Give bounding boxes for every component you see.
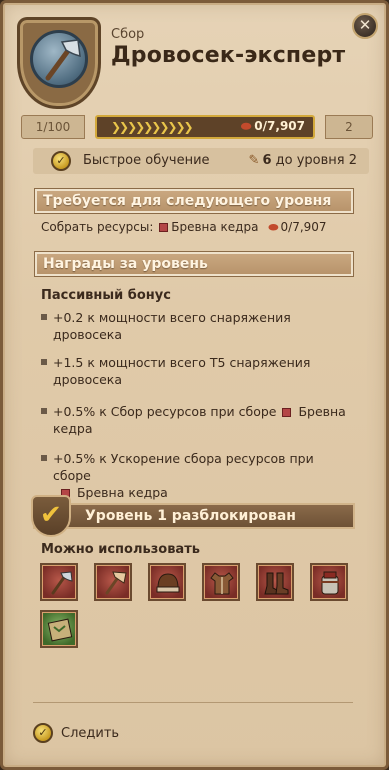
boots-icon [264, 572, 289, 595]
quick-learn-count: 6 [262, 153, 272, 168]
item-slot-backpack[interactable] [310, 563, 348, 601]
close-button[interactable]: ✕ [352, 13, 378, 39]
next-level: 2 [325, 115, 373, 139]
bonus-item: +1.5 к мощности всего T5 снаряжения дров… [41, 354, 351, 388]
book-icon: ✎ [248, 153, 260, 168]
bonus-item: +0.5% к Ускорение сбора ресурсов при сбо… [41, 450, 351, 501]
rewards-header: Награды за уровень [35, 252, 353, 276]
axe-icon [45, 39, 81, 81]
bullet-icon [41, 455, 47, 461]
bullet-icon [41, 359, 47, 365]
divider [33, 702, 353, 703]
item-slot-armor[interactable] [202, 563, 240, 601]
quick-learn-cost: ✎ 6 до уровня 2 [249, 153, 357, 168]
quick-learn-suffix: до уровня 2 [275, 153, 357, 168]
follow-label: Следить [61, 726, 120, 741]
quick-learn-row[interactable]: ✓ Быстрое обучение ✎ 6 до уровня 2 [33, 148, 369, 174]
quick-learn-label: Быстрое обучение [83, 153, 210, 168]
skill-panel: Сбор Дровосек-эксперт ✕ 1/100 ❯❯❯❯❯❯❯❯❯❯… [0, 0, 389, 770]
current-level: 1/100 [21, 115, 85, 139]
progress-bar: ❯❯❯❯❯❯❯❯❯❯ ⬬ 0/7,907 [95, 115, 315, 139]
requirement-prefix: Собрать ресурсы: [41, 220, 154, 234]
follow-toggle[interactable]: ✓ Следить [33, 723, 193, 745]
check-coin-icon: ✓ [33, 723, 53, 743]
passive-bonus-title: Пассивный бонус [41, 288, 171, 303]
wood-icon [159, 223, 169, 232]
item-slot-axe[interactable] [94, 563, 132, 601]
requirement-amount: 0/7,907 [280, 220, 327, 234]
axe-icon [51, 571, 73, 595]
bonus-item: +0.5% к Сбор ресурсов при сборе Бревна к… [41, 403, 351, 437]
skill-category: Сбор [111, 27, 145, 42]
level-progress: 1/100 ❯❯❯❯❯❯❯❯❯❯ ⬬ 0/7,907 2 [21, 115, 373, 139]
resource-icon: ⬬ [241, 119, 252, 133]
close-icon: ✕ [358, 16, 372, 34]
requirement-line: Собрать ресурсы: Бревна кедра ⬬ 0/7,907 [41, 220, 327, 235]
bonus-item: +0.2 к мощности всего снаряжения дровосе… [41, 309, 351, 343]
skill-emblem [17, 17, 101, 109]
progress-text: ⬬ 0/7,907 [241, 119, 305, 133]
wood-icon [282, 408, 292, 417]
resource-icon: ⬬ [268, 220, 279, 234]
item-slot-map[interactable] [40, 610, 78, 648]
armor-icon [210, 572, 234, 595]
check-coin-icon: ✓ [51, 151, 71, 171]
item-slot-boots[interactable] [256, 563, 294, 601]
backpack-icon [321, 571, 339, 595]
chevron-pattern: ❯❯❯❯❯❯❯❯❯❯ [111, 120, 194, 134]
bullet-icon [41, 314, 47, 320]
usable-items-label: Можно использовать [41, 542, 200, 557]
checkmark-shield-icon: ✔ [31, 495, 71, 537]
map-icon [47, 618, 73, 642]
skill-title: Дровосек-эксперт [111, 43, 346, 68]
item-slot-axe[interactable] [40, 563, 78, 601]
unlock-banner: Уровень 1 разблокирован [33, 503, 355, 529]
item-slot-cap[interactable] [148, 563, 186, 601]
requirement-resource: Бревна кедра [171, 220, 259, 234]
cap-icon [156, 573, 180, 593]
requirements-header: Требуется для следующего уровня [35, 189, 353, 213]
bullet-icon [41, 408, 47, 414]
axe-icon [105, 571, 127, 595]
